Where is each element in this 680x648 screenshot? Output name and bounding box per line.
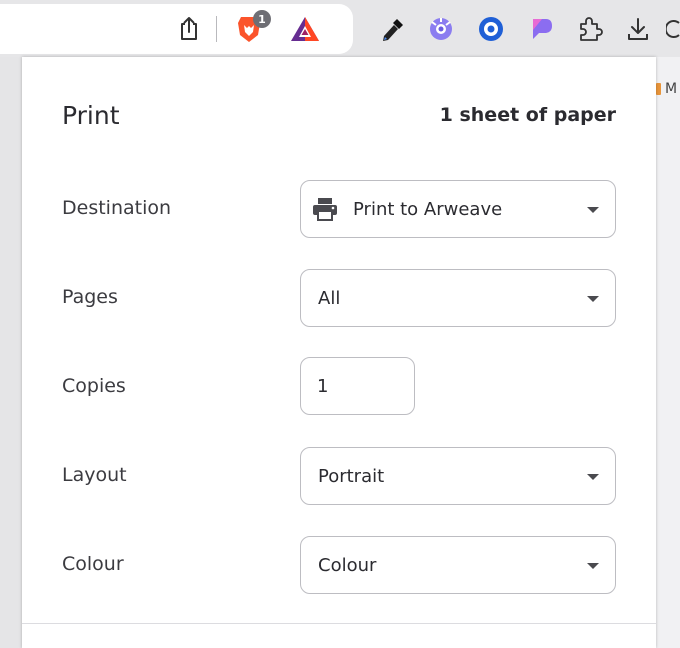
- layout-value: Portrait: [318, 465, 385, 487]
- bookmark-favicon-icon: [656, 83, 661, 95]
- colour-value: Colour: [318, 554, 377, 576]
- puzzle-icon[interactable]: [576, 14, 604, 44]
- browser-toolbar: 1: [0, 0, 680, 57]
- page-background-left: [0, 57, 22, 648]
- pages-value: All: [318, 287, 341, 309]
- extension-icon[interactable]: [527, 15, 555, 43]
- chevron-down-icon: [587, 296, 599, 302]
- sheet-count: 1 sheet of paper: [439, 104, 616, 126]
- pages-label: Pages: [62, 286, 118, 308]
- destination-select[interactable]: Print to Arweave: [300, 180, 616, 238]
- copies-input[interactable]: [300, 357, 415, 415]
- chevron-down-icon: [587, 207, 599, 213]
- chevron-down-icon: [587, 563, 599, 569]
- download-icon[interactable]: [624, 14, 652, 44]
- bat-rewards-icon[interactable]: [289, 14, 321, 44]
- bookmark-label: M: [665, 81, 678, 97]
- page-background-right: [656, 57, 680, 648]
- extension-icon[interactable]: [427, 15, 455, 43]
- menu-icon[interactable]: [666, 14, 680, 44]
- section-divider: [22, 623, 656, 624]
- chevron-down-icon: [587, 474, 599, 480]
- bookmark-item[interactable]: M: [656, 78, 680, 100]
- layout-select[interactable]: Portrait: [300, 447, 616, 505]
- layout-label: Layout: [62, 464, 127, 486]
- toolbar-separator: [216, 16, 217, 42]
- print-dialog: Print 1 sheet of paper Destination Print…: [22, 57, 656, 648]
- destination-label: Destination: [62, 197, 172, 219]
- printer-icon: [311, 197, 341, 221]
- extension-icon[interactable]: [477, 15, 505, 43]
- copies-label: Copies: [62, 375, 126, 397]
- extension-badge: 1: [253, 10, 271, 28]
- share-icon[interactable]: [176, 14, 202, 42]
- destination-value: Print to Arweave: [353, 198, 503, 220]
- print-title: Print: [62, 101, 120, 130]
- colour-select[interactable]: Colour: [300, 536, 616, 594]
- color-picker-icon[interactable]: [379, 15, 407, 45]
- pages-select[interactable]: All: [300, 269, 616, 327]
- colour-label: Colour: [62, 553, 124, 575]
